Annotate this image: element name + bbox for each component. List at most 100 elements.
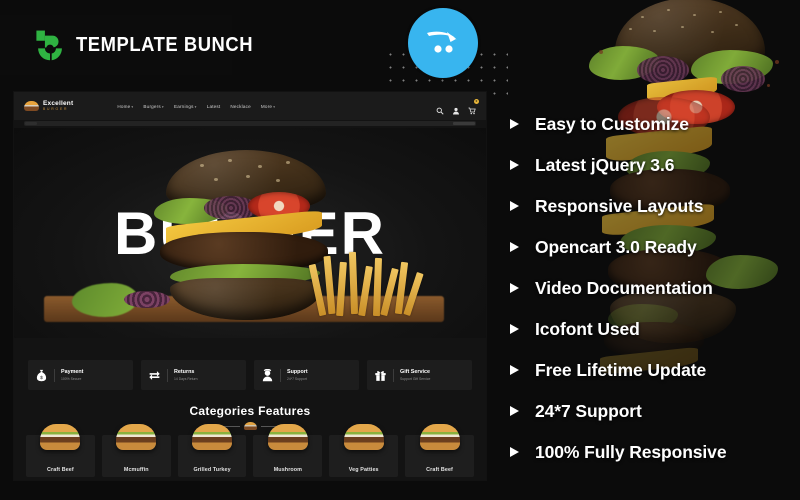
chevron-down-icon: ▾ (273, 104, 276, 109)
service-title: Gift Service (400, 369, 430, 375)
nav-item-home[interactable]: Home▾ (117, 104, 133, 109)
feature-label: Latest jQuery 3.6 (535, 155, 675, 175)
chevron-down-icon: ▾ (131, 104, 134, 109)
category-burger-image (116, 424, 157, 450)
cart-icon[interactable]: 0 (468, 99, 479, 115)
nav-label: Latest (206, 103, 221, 109)
category-label: Craft Beef (47, 467, 74, 473)
feature-label: Responsive Layouts (535, 196, 704, 216)
category-card[interactable]: Craft Beef (26, 424, 95, 477)
service-box-support[interactable]: Support 24*7 Support (254, 360, 359, 390)
category-card[interactable]: Veg Patties (329, 424, 399, 477)
service-subtitle: 14 Days Return (174, 376, 198, 381)
preview-site-logo[interactable]: Excellent BURGER (24, 100, 73, 112)
arrow-right-icon (508, 200, 521, 213)
category-label: Mcmuffin (123, 467, 149, 473)
category-card[interactable]: Grilled Turkey (177, 424, 247, 477)
feature-item: Easy to Customize (508, 104, 798, 145)
feature-item: 24*7 Support (508, 391, 798, 432)
service-subtitle: 100% Secure (61, 376, 82, 381)
feature-item: 100% Fully Responsive (508, 432, 798, 473)
feature-item: Video Documentation (508, 268, 798, 309)
categories-section-title: Categories Features (189, 404, 311, 418)
arrow-right-icon (508, 446, 521, 459)
divider (167, 368, 168, 382)
feature-label: Video Documentation (535, 278, 713, 298)
arrow-right-icon (508, 323, 521, 336)
preview-header-icons: 0 (436, 99, 479, 115)
preview-hero-section: BURGER (14, 128, 486, 338)
arrow-right-icon (508, 241, 521, 254)
section-divider (14, 422, 486, 430)
onion-rings-decoration (124, 291, 170, 308)
arrow-right-icon (508, 364, 521, 377)
categories-row: Craft Beef Mcmuffin Grilled Turkey Mushr… (26, 424, 474, 477)
nav-item-more[interactable]: More▾ (261, 104, 275, 109)
category-card[interactable]: Mcmuffin (101, 424, 171, 477)
feature-label: Icofont Used (535, 319, 640, 339)
feature-item: Icofont Used (508, 309, 798, 350)
feature-label: Opencart 3.0 Ready (535, 237, 697, 257)
service-title: Payment (61, 369, 84, 375)
category-card[interactable]: Craft Beef (405, 424, 474, 477)
nav-label: Earnings (173, 103, 194, 109)
nav-item-necklace[interactable]: Necklace (230, 104, 251, 109)
banner-canvas: TEMPLATE BUNCH Excellent BURGER Home▾ Bu… (0, 0, 800, 500)
arrow-right-icon (508, 405, 521, 418)
preview-service-features-row: $ Payment 100% Secure Returns 14 Days Re… (28, 360, 472, 390)
arrow-right-icon (508, 282, 521, 295)
nav-label: Home (117, 103, 131, 109)
service-box-gift[interactable]: Gift Service Support Gift Service (367, 360, 472, 390)
service-subtitle: 24*7 Support (287, 376, 307, 381)
headset-support-icon (261, 368, 274, 382)
category-burger-image (40, 424, 81, 450)
money-bag-icon: $ (35, 369, 48, 382)
feature-item: Responsive Layouts (508, 186, 798, 227)
category-card[interactable]: Mushroom (253, 424, 323, 477)
search-icon[interactable] (436, 102, 444, 115)
exchange-arrows-icon (148, 369, 161, 382)
service-title: Returns (174, 369, 195, 375)
nav-label: Necklace (230, 103, 251, 109)
divider (54, 368, 55, 382)
burger-divider-icon (243, 422, 257, 430)
category-label: Grilled Turkey (193, 467, 231, 473)
preview-site-logo-sub: BURGER (43, 107, 69, 112)
chevron-down-icon: ▾ (161, 104, 164, 109)
feature-item: Free Lifetime Update (508, 350, 798, 391)
feature-item: Latest jQuery 3.6 (508, 145, 798, 186)
brand-name-text: TEMPLATE BUNCH (76, 33, 254, 56)
opencart-cart-icon (408, 8, 478, 78)
feature-item: Opencart 3.0 Ready (508, 227, 798, 268)
divider (280, 368, 281, 382)
category-burger-image (267, 424, 308, 450)
chevron-down-icon: ▾ (194, 104, 197, 109)
divider (393, 368, 394, 382)
category-burger-image (343, 424, 384, 450)
feature-label: 100% Fully Responsive (535, 442, 727, 462)
website-preview-screenshot[interactable]: Excellent BURGER Home▾ Burgers▾ Earnings… (14, 92, 486, 480)
arrow-right-icon (508, 159, 521, 172)
preview-search-bar[interactable] (24, 121, 476, 126)
feature-label: Easy to Customize (535, 114, 689, 134)
cart-count-badge: 0 (474, 99, 479, 104)
service-title: Support (287, 369, 308, 375)
service-box-payment[interactable]: $ Payment 100% Secure (28, 360, 133, 390)
category-label: Craft Beef (426, 467, 453, 473)
nav-item-latest[interactable]: Latest (207, 104, 221, 109)
user-icon[interactable] (452, 102, 460, 115)
category-label: Mushroom (273, 467, 303, 473)
nav-item-burgers[interactable]: Burgers▾ (143, 104, 164, 109)
nav-item-earnings[interactable]: Earnings▾ (174, 104, 197, 109)
template-bunch-b-mark-icon (33, 28, 67, 62)
brand-logo-bar: TEMPLATE BUNCH (0, 15, 253, 75)
service-subtitle: Support Gift Service (400, 376, 431, 381)
burger-logo-icon (24, 101, 39, 111)
preview-site-header: Excellent BURGER Home▾ Burgers▾ Earnings… (14, 92, 486, 120)
category-label: Veg Patties (348, 467, 379, 473)
french-fries-image (308, 246, 430, 322)
feature-list: Easy to Customize Latest jQuery 3.6 Resp… (508, 104, 798, 473)
nav-label: More (260, 103, 273, 109)
service-box-returns[interactable]: Returns 14 Days Return (141, 360, 246, 390)
gift-box-icon (374, 369, 387, 382)
